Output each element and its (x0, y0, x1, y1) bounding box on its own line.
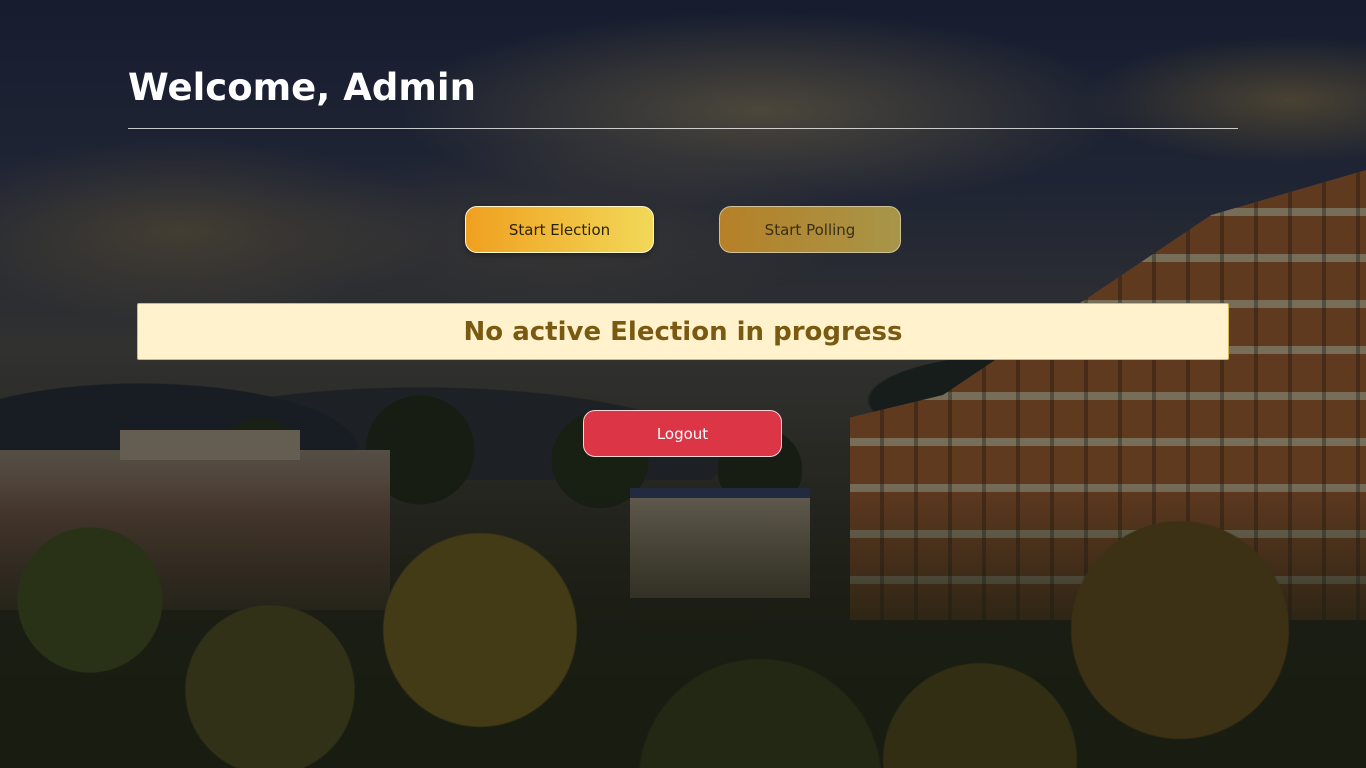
header-divider (128, 128, 1238, 129)
election-status-message: No active Election in progress (463, 316, 903, 347)
page-title: Welcome, Admin (128, 66, 476, 109)
logout-button[interactable]: Logout (583, 410, 782, 457)
election-status-banner: No active Election in progress (137, 303, 1229, 360)
admin-dashboard: Welcome, Admin Start Election Start Poll… (0, 0, 1366, 768)
start-polling-button[interactable]: Start Polling (719, 206, 901, 253)
start-election-button[interactable]: Start Election (465, 206, 654, 253)
